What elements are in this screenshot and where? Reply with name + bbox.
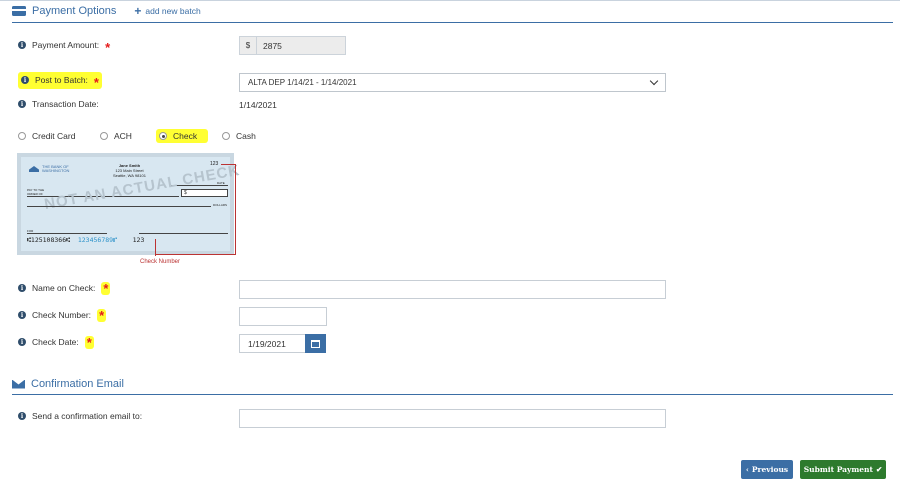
info-icon[interactable]: i	[18, 412, 26, 420]
check-date-row: i Check Date: *	[18, 335, 94, 349]
chevron-down-icon	[649, 76, 659, 86]
confirmation-email-input[interactable]	[239, 409, 666, 428]
chevron-left-icon: ‹	[745, 465, 749, 474]
check-date-input[interactable]: 1/19/2021	[239, 334, 306, 353]
bank-name-line2: WASHINGTON	[42, 168, 70, 173]
radio-label: ACH	[114, 131, 132, 141]
post-to-batch-select[interactable]: ALTA DEP 1/14/21 - 1/14/2021	[239, 73, 666, 92]
info-icon[interactable]: i	[18, 338, 26, 346]
radio-label: Cash	[236, 131, 256, 141]
top-divider	[0, 0, 900, 1]
info-icon[interactable]: i	[18, 284, 26, 292]
confirmation-email-header: Confirmation Email	[12, 378, 124, 390]
add-new-batch-link[interactable]: + add new batch	[134, 5, 200, 17]
payment-options-title: Payment Options	[32, 5, 117, 17]
credit-card-icon	[12, 6, 26, 16]
micr-check-number: 123	[132, 236, 145, 244]
holder-city: Seattle, WA 98101	[113, 173, 146, 178]
post-to-batch-row: i Post to Batch: *	[18, 71, 102, 90]
bank-logo: THE BANK OF WASHINGTON	[29, 165, 69, 173]
bank-name: THE BANK OF WASHINGTON	[42, 165, 69, 173]
currency-prefix: $	[240, 37, 257, 54]
payment-amount-field: $ 2875	[239, 36, 346, 55]
post-to-batch-selected: ALTA DEP 1/14/21 - 1/14/2021	[248, 78, 357, 87]
radio-label: Check	[173, 131, 198, 141]
pay-to-line2: ORDER OF	[27, 191, 43, 196]
payment-amount-row: i Payment Amount: *	[18, 38, 111, 55]
check-number-callout-label: Check Number	[140, 259, 181, 265]
callout-line	[235, 164, 236, 255]
checkmark-icon: ✔	[875, 465, 883, 474]
info-icon[interactable]: i	[18, 311, 26, 319]
plus-icon: +	[134, 4, 142, 18]
check-holder-info: Jane Smith 123 Main Street Seattle, WA 9…	[113, 163, 146, 178]
amount-box: $	[181, 189, 228, 197]
info-icon[interactable]: i	[21, 76, 29, 84]
check-number-input[interactable]	[239, 307, 327, 326]
radio-circle[interactable]	[100, 132, 108, 140]
post-to-batch-label: Post to Batch:	[35, 75, 88, 85]
micr-account: 123456789⑈	[77, 236, 117, 244]
confirmation-email-row: i Send a confirmation email to:	[18, 409, 142, 423]
required-marker: *	[105, 39, 111, 55]
radio-ach[interactable]: ACH	[100, 131, 156, 141]
signature-line	[139, 233, 228, 234]
callout-line	[221, 164, 236, 165]
callout-line	[155, 254, 236, 255]
submit-payment-button[interactable]: Submit Payment ✔	[800, 460, 886, 479]
micr-routing: ⑆125108366⑆	[27, 236, 71, 244]
payment-method-group: Credit Card ACH Check Cash	[18, 129, 256, 143]
calendar-button[interactable]	[305, 334, 326, 353]
add-new-batch-label: add new batch	[145, 6, 201, 16]
payment-options-rule	[12, 22, 893, 23]
radio-circle[interactable]	[222, 132, 230, 140]
radio-cash[interactable]: Cash	[222, 131, 256, 141]
bank-building-icon	[29, 166, 39, 172]
check-number-row: i Check Number: *	[18, 307, 107, 323]
payment-options-header: Payment Options + add new batch	[12, 5, 201, 17]
name-on-check-input[interactable]	[239, 280, 666, 299]
memo-line	[27, 233, 107, 234]
name-on-check-row: i Name on Check: *	[18, 280, 111, 296]
info-icon[interactable]: i	[18, 100, 26, 108]
pay-to-label: PAY TO THE ORDER OF	[27, 188, 44, 196]
confirmation-email-label: Send a confirmation email to:	[32, 411, 143, 421]
radio-label: Credit Card	[32, 131, 76, 141]
radio-check[interactable]: Check	[156, 129, 208, 143]
transaction-date-row: i Transaction Date:	[18, 97, 99, 111]
previous-button[interactable]: ‹ Previous	[741, 460, 793, 479]
check-number-label: Check Number:	[32, 310, 92, 320]
transaction-date-label: Transaction Date:	[32, 99, 99, 109]
previous-button-label: Previous	[751, 465, 789, 474]
confirmation-email-rule	[12, 394, 893, 395]
radio-credit-card[interactable]: Credit Card	[18, 131, 100, 141]
envelope-icon	[12, 379, 25, 389]
required-marker: *	[97, 307, 107, 323]
radio-circle[interactable]	[159, 132, 167, 140]
payment-amount-value: 2875	[263, 40, 282, 51]
required-marker: *	[101, 280, 111, 296]
dollars-label: DOLLARS	[213, 203, 228, 207]
dollars-line	[27, 206, 211, 207]
name-on-check-label: Name on Check:	[32, 283, 96, 293]
info-icon[interactable]: i	[18, 41, 26, 49]
payment-amount-label: Payment Amount:	[32, 40, 100, 50]
sample-check-image: THE BANK OF WASHINGTON Jane Smith 123 Ma…	[17, 153, 241, 255]
transaction-date-value: 1/14/2021	[239, 100, 277, 110]
micr-line: ⑆125108366⑆ 123456789⑈ 123	[27, 236, 144, 244]
post-to-batch-highlight: i Post to Batch: *	[18, 71, 102, 90]
check-date-label: Check Date:	[32, 337, 79, 347]
radio-circle[interactable]	[18, 132, 26, 140]
required-marker: *	[93, 74, 99, 90]
submit-payment-label: Submit Payment	[803, 465, 873, 474]
confirmation-email-title: Confirmation Email	[31, 378, 124, 390]
calendar-icon	[311, 339, 320, 348]
required-marker: *	[84, 334, 94, 350]
